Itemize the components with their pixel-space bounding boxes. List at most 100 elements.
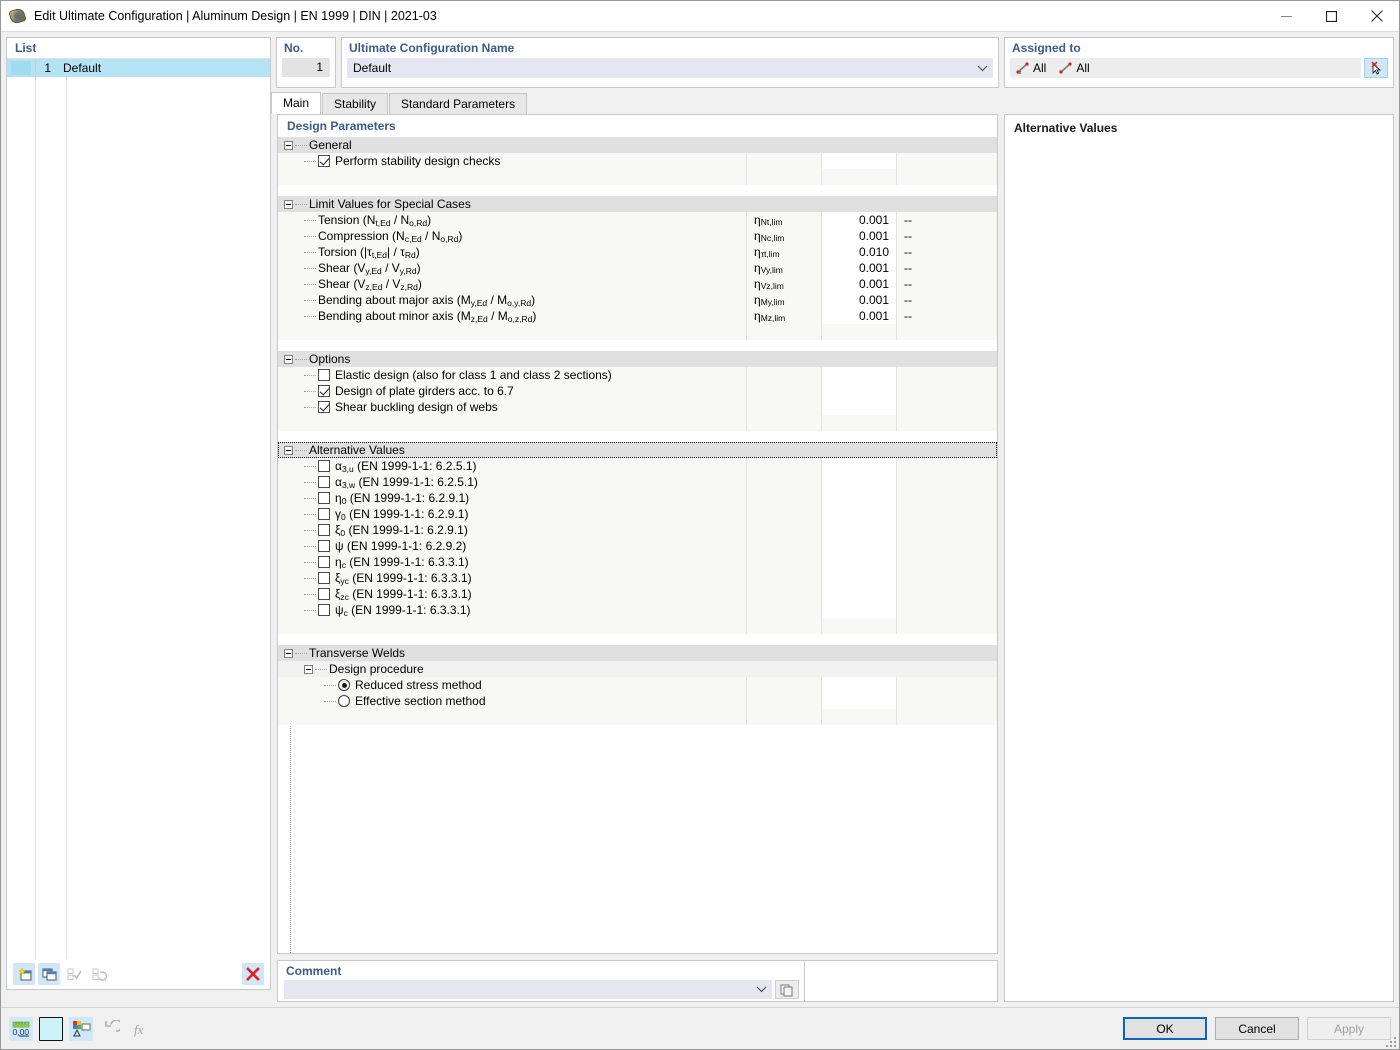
row-torsion-limit[interactable]: Torsion (|τt,Ed| / τRd) η τt,lim 0.010 --	[278, 244, 997, 260]
collapse-icon[interactable]	[284, 648, 293, 658]
tab-standard-parameters[interactable]: Standard Parameters	[389, 93, 528, 114]
units-icon[interactable]: 0,00	[9, 1016, 33, 1041]
option-plate-girders[interactable]: Design of plate girders acc. to 6.7	[278, 383, 997, 399]
row-symbol: η Vy,lim	[746, 260, 821, 276]
checkbox[interactable]	[318, 369, 330, 381]
checkbox[interactable]	[318, 604, 330, 616]
option-elastic-design[interactable]: Elastic design (also for class 1 and cla…	[278, 367, 997, 383]
alt-xiyc[interactable]: ξyc (EN 1999-1-1: 6.3.3.1)	[278, 570, 997, 586]
design-parameters-panel: Design Parameters General Perform stabil…	[277, 114, 998, 954]
group-label: General	[309, 138, 352, 152]
alt-etac[interactable]: ηc (EN 1999-1-1: 6.3.3.1)	[278, 554, 997, 570]
checkbox[interactable]	[318, 572, 330, 584]
row-value[interactable]: 0.010	[821, 244, 896, 260]
alt-gamma0[interactable]: γ0 (EN 1999-1-1: 6.2.9.1)	[278, 506, 997, 522]
checkbox[interactable]	[318, 588, 330, 600]
close-button[interactable]	[1354, 1, 1399, 32]
collapse-icon[interactable]	[304, 664, 313, 674]
group-limit-values[interactable]: Limit Values for Special Cases	[278, 196, 997, 212]
collapse-icon[interactable]	[284, 140, 293, 150]
radio-button[interactable]	[338, 679, 350, 691]
row-value[interactable]: 0.001	[821, 308, 896, 324]
alt-psic[interactable]: ψc (EN 1999-1-1: 6.3.3.1)	[278, 602, 997, 618]
row-label: Torsion (|τt,Ed| / τRd)	[318, 245, 420, 260]
delete-configuration-icon[interactable]	[242, 963, 264, 985]
maximize-button[interactable]	[1309, 1, 1354, 32]
svg-text:fx: fx	[134, 1022, 144, 1037]
radio-reduced-stress-method[interactable]: Reduced stress method	[278, 677, 997, 693]
checkbox[interactable]	[318, 460, 330, 472]
number-panel: No. 1	[276, 37, 336, 88]
alt-psi[interactable]: ψ (EN 1999-1-1: 6.2.9.2)	[278, 538, 997, 554]
group-transverse-welds[interactable]: Transverse Welds	[278, 645, 997, 661]
dialog-buttons: OK Cancel Apply	[1123, 1017, 1391, 1040]
app-icon	[8, 7, 27, 25]
title-bar: Edit Ultimate Configuration | Aluminum D…	[1, 1, 1399, 32]
alt-xi0[interactable]: ξ0 (EN 1999-1-1: 6.2.9.1)	[278, 522, 997, 538]
display-properties-icon[interactable]	[69, 1016, 93, 1041]
comment-library-button[interactable]	[775, 980, 799, 999]
checkbox[interactable]	[318, 524, 330, 536]
alt-xizc[interactable]: ξzc (EN 1999-1-1: 6.3.3.1)	[278, 586, 997, 602]
collapse-icon[interactable]	[284, 445, 293, 455]
top-section: List 1 Default No. 1 Ultimate Configurat…	[1, 32, 1399, 990]
checkbox[interactable]	[318, 401, 330, 413]
row-value[interactable]: 0.001	[821, 276, 896, 292]
duplicate-configuration-icon[interactable]	[38, 963, 60, 985]
ok-button[interactable]: OK	[1123, 1017, 1207, 1040]
comment-header: Comment	[286, 964, 342, 978]
radio-effective-section-method[interactable]: Effective section method	[278, 693, 997, 709]
row-shear-z-limit[interactable]: Shear (Vz,Ed / Vz,Rd) η Vz,lim 0.001 --	[278, 276, 997, 292]
group-options[interactable]: Options	[278, 351, 997, 367]
assigned-field[interactable]: z All All	[1010, 58, 1361, 78]
alt-eta0[interactable]: η0 (EN 1999-1-1: 6.2.9.1)	[278, 490, 997, 506]
list-item[interactable]: 1 Default	[7, 59, 270, 77]
comment-input[interactable]	[284, 980, 772, 999]
radio-button[interactable]	[338, 695, 350, 707]
row-value[interactable]: 0.001	[821, 292, 896, 308]
row-value[interactable]: 0.001	[821, 228, 896, 244]
row-symbol: η Mz,lim	[746, 308, 821, 324]
new-configuration-icon[interactable]	[13, 963, 35, 985]
group-general[interactable]: General	[278, 137, 997, 153]
select-objects-button[interactable]	[1364, 58, 1388, 78]
group-alternative-values[interactable]: Alternative Values	[278, 442, 997, 458]
row-unit: --	[896, 276, 997, 292]
checkbox[interactable]	[318, 385, 330, 397]
tab-stability[interactable]: Stability	[322, 93, 389, 114]
subgroup-design-procedure[interactable]: Design procedure	[278, 661, 997, 677]
checkbox[interactable]	[318, 492, 330, 504]
row-shear-y-limit[interactable]: Shear (Vy,Ed / Vy,Rd) η Vy,lim 0.001 --	[278, 260, 997, 276]
alt-alpha3u[interactable]: α3,u (EN 1999-1-1: 6.2.5.1)	[278, 458, 997, 474]
option-perform-stability-checks[interactable]: Perform stability design checks	[278, 153, 997, 169]
checkbox[interactable]	[318, 476, 330, 488]
tab-main[interactable]: Main	[271, 92, 322, 114]
row-symbol: η Nc,lim	[746, 228, 821, 244]
row-bending-minor-limit[interactable]: Bending about minor axis (Mz,Ed / Mo,z,R…	[278, 308, 997, 324]
blank-row	[278, 340, 997, 351]
row-label: Reduced stress method	[355, 678, 482, 692]
checkbox[interactable]	[318, 540, 330, 552]
cancel-button[interactable]: Cancel	[1215, 1017, 1299, 1040]
row-compression-limit[interactable]: Compression (Nc,Ed / No,Rd) η Nc,lim 0.00…	[278, 228, 997, 244]
row-label: α3,u (EN 1999-1-1: 6.2.5.1)	[335, 459, 477, 474]
resize-grip[interactable]	[1384, 1035, 1396, 1047]
minimize-button[interactable]	[1264, 1, 1309, 32]
row-tension-limit[interactable]: Tension (Nt,Ed / No,Rd) η Nt,lim 0.001 --	[278, 212, 997, 228]
list-item-number: 1	[35, 59, 57, 77]
collapse-icon[interactable]	[284, 199, 293, 209]
checkbox[interactable]	[318, 155, 330, 167]
alternative-values-column: Alternative Values	[1004, 114, 1394, 1002]
row-bending-major-limit[interactable]: Bending about major axis (My,Ed / Mo,y,R…	[278, 292, 997, 308]
row-value[interactable]: 0.001	[821, 260, 896, 276]
checkbox[interactable]	[318, 508, 330, 520]
chevron-down-icon[interactable]	[971, 65, 993, 72]
collapse-icon[interactable]	[284, 354, 293, 364]
color-swatch-icon[interactable]	[39, 1016, 63, 1041]
chevron-down-icon[interactable]	[750, 986, 772, 993]
option-shear-buckling[interactable]: Shear buckling design of webs	[278, 399, 997, 415]
alt-alpha3w[interactable]: α3,w (EN 1999-1-1: 6.2.5.1)	[278, 474, 997, 490]
config-name-combobox[interactable]: Default	[347, 58, 993, 78]
row-value[interactable]: 0.001	[821, 212, 896, 228]
checkbox[interactable]	[318, 556, 330, 568]
